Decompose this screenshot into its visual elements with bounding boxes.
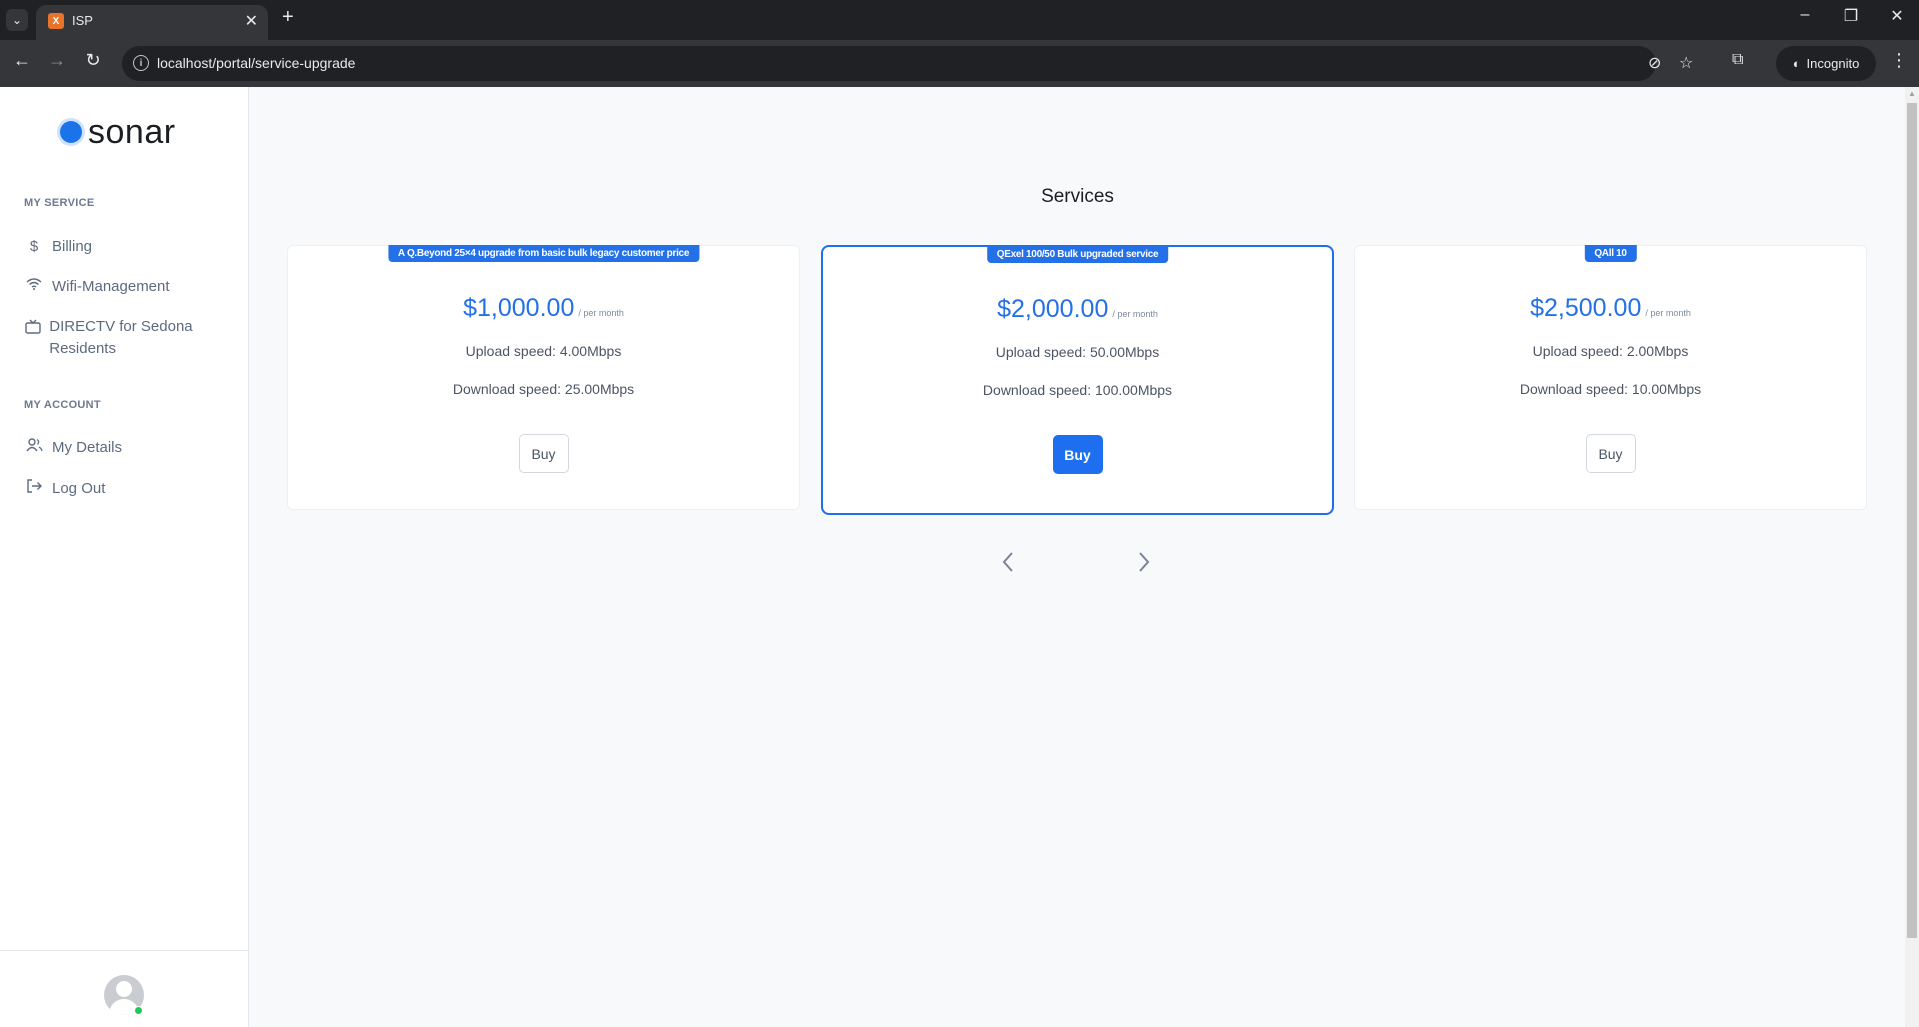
price: $1,000.00 <box>463 294 575 322</box>
browser-titlebar: ⌄ X ISP ✕ + – ❐ ✕ <box>0 0 1919 40</box>
tv-icon <box>24 319 41 341</box>
price-period: / per month <box>1112 309 1158 319</box>
tab-close-icon[interactable]: ✕ <box>245 11 258 31</box>
service-name-badge: QAll 10 <box>1584 245 1637 262</box>
sidebar-item-label: My Details <box>52 439 123 456</box>
browser-menu-icon[interactable]: ⋮ <box>1890 50 1908 71</box>
scrollbar[interactable]: ▲ <box>1905 87 1919 1027</box>
site-info-icon[interactable]: i <box>133 55 149 71</box>
scrollbar-thumb[interactable] <box>1907 103 1917 938</box>
restore-icon[interactable]: ❐ <box>1841 6 1861 26</box>
service-card: A Q.Beyond 25×4 upgrade from basic bulk … <box>287 245 800 510</box>
logout-icon <box>24 478 44 500</box>
sidebar: sonar MY SERVICE $ Billing Wifi-Manageme… <box>0 87 249 1027</box>
service-card-featured: QExel 100/50 Bulk upgraded service $2,00… <box>821 245 1334 515</box>
section-title-my-account: MY ACCOUNT <box>24 399 101 411</box>
sidebar-item-log-out[interactable]: Log Out <box>24 478 224 500</box>
tab-title: ISP <box>72 13 93 28</box>
buy-button[interactable]: Buy <box>518 434 569 473</box>
incognito-indicator[interactable]: ◐ Incognito <box>1776 46 1876 81</box>
download-speed: Download speed: 25.00Mbps <box>452 381 635 397</box>
sidebar-item-label: Log Out <box>52 480 106 497</box>
sidebar-item-label: DIRECTV for Sedona Residents <box>49 318 193 357</box>
page-title: Services <box>1041 186 1114 207</box>
price-row: $1,000.00/ per month <box>288 294 799 323</box>
eye-off-icon[interactable]: ⊘ <box>1648 53 1661 73</box>
service-card: QAll 10 $2,500.00/ per month Upload spee… <box>1354 245 1867 510</box>
sidebar-item-wifi-management[interactable]: Wifi-Management <box>24 276 224 298</box>
incognito-label: Incognito <box>1806 56 1860 71</box>
sidebar-footer <box>0 950 248 1027</box>
upload-speed: Upload speed: 2.00Mbps <box>1532 343 1689 359</box>
extensions-icon[interactable]: ⧉ <box>1732 51 1743 69</box>
service-name-badge: QExel 100/50 Bulk upgraded service <box>986 246 1169 263</box>
reload-icon[interactable]: ↻ <box>81 50 105 71</box>
price-period: / per month <box>578 308 624 318</box>
forward-icon[interactable]: → <box>45 50 69 71</box>
price: $2,500.00 <box>1530 294 1642 322</box>
chevron-left-icon[interactable] <box>1000 548 1016 582</box>
browser-tab[interactable]: X ISP ✕ <box>36 5 268 40</box>
wifi-icon <box>24 276 44 298</box>
price-row: $2,500.00/ per month <box>1355 294 1866 323</box>
browser-toolbar: ← → ↻ i localhost/portal/service-upgrade… <box>0 40 1919 87</box>
download-speed: Download speed: 100.00Mbps <box>982 382 1173 398</box>
sonar-logo[interactable]: sonar <box>60 112 176 152</box>
dollar-icon: $ <box>29 238 39 255</box>
back-icon[interactable]: ← <box>10 50 34 71</box>
sidebar-item-billing[interactable]: $ Billing <box>24 236 224 258</box>
download-speed: Download speed: 10.00Mbps <box>1519 381 1702 397</box>
address-bar[interactable]: i localhost/portal/service-upgrade ⊘ ☆ <box>122 46 1693 81</box>
upload-speed: Upload speed: 4.00Mbps <box>465 343 622 359</box>
price-row: $2,000.00/ per month <box>823 295 1332 324</box>
online-status-dot <box>134 1006 143 1015</box>
bookmark-star-icon[interactable]: ☆ <box>1679 53 1693 73</box>
chevron-right-icon[interactable] <box>1136 548 1152 582</box>
section-title-my-service: MY SERVICE <box>24 197 95 209</box>
logo-dot-icon <box>60 121 82 143</box>
tab-search-dropdown-icon[interactable]: ⌄ <box>6 9 28 31</box>
logo-text: sonar <box>88 112 176 151</box>
price-period: / per month <box>1645 308 1691 318</box>
url-text[interactable]: localhost/portal/service-upgrade <box>157 55 355 71</box>
tab-favicon-icon: X <box>48 13 64 29</box>
sidebar-item-my-details[interactable]: My Details <box>24 437 224 459</box>
service-name-badge: A Q.Beyond 25×4 upgrade from basic bulk … <box>387 245 700 262</box>
users-icon <box>24 437 44 459</box>
new-tab-icon[interactable]: + <box>282 6 294 29</box>
window-close-icon[interactable]: ✕ <box>1887 6 1907 26</box>
incognito-icon: ◐ <box>1792 56 1801 71</box>
sidebar-item-label: Wifi-Management <box>52 278 170 295</box>
scroll-up-icon[interactable]: ▲ <box>1908 89 1916 98</box>
minimize-icon[interactable]: – <box>1795 6 1815 24</box>
sidebar-item-label: Billing <box>52 238 93 255</box>
buy-button[interactable]: Buy <box>1585 434 1636 473</box>
upload-speed: Upload speed: 50.00Mbps <box>995 344 1160 360</box>
price: $2,000.00 <box>997 295 1109 323</box>
buy-button[interactable]: Buy <box>1052 435 1103 474</box>
sidebar-item-directv[interactable]: DIRECTV for Sedona Residents <box>24 316 234 360</box>
